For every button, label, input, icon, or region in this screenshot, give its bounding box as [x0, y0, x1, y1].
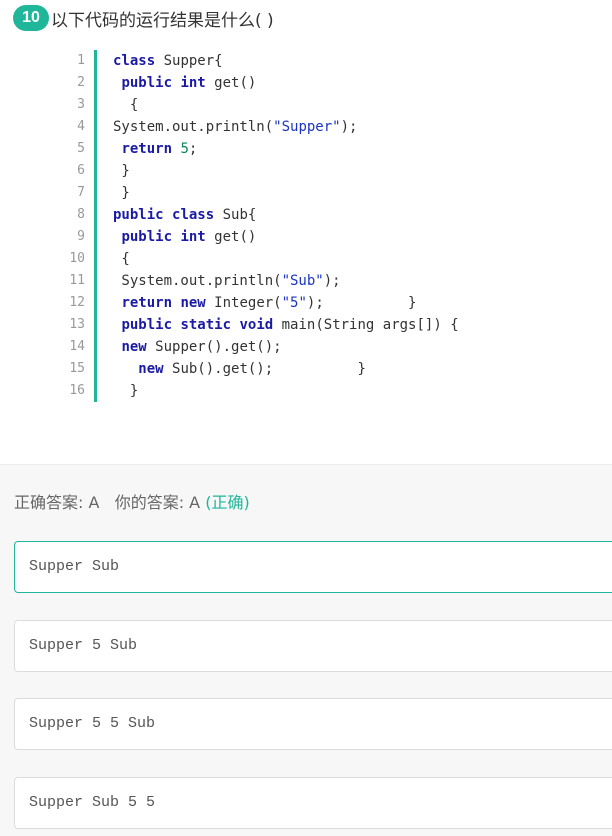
code-line: } [113, 160, 130, 182]
code-line: class Supper{ [113, 50, 223, 72]
code-token: static [180, 317, 232, 333]
option-label: Supper Sub [29, 558, 120, 575]
code-line: { [113, 94, 138, 116]
code-token: return [121, 295, 173, 311]
line-number: 9 [77, 229, 85, 244]
code-token: public [121, 75, 173, 91]
line-number: 8 [77, 207, 85, 222]
option-label: Supper 5 5 Sub [29, 715, 156, 732]
line-number: 7 [77, 185, 85, 200]
option-a[interactable]: Supper Sub [14, 541, 612, 593]
code-token: "Sub" [281, 273, 324, 289]
code-token: get() [205, 229, 257, 245]
line-number: 12 [69, 295, 85, 310]
code-line: public int get() [113, 72, 256, 94]
code-token: "5" [281, 295, 307, 311]
question-number-badge: 10 [13, 5, 49, 31]
line-number: 4 [77, 119, 85, 134]
code-line: return new Integer("5"); } [113, 292, 416, 314]
correct-answer-label: 正确答案: A [14, 493, 100, 512]
result-badge: (正确) [205, 493, 250, 512]
line-number: 13 [69, 317, 85, 332]
line-number-gutter: 1 2 3 4 5 6 7 8 9 10 11 12 13 14 15 16 [50, 50, 97, 402]
code-token: class [113, 53, 156, 69]
option-c[interactable]: Supper 5 5 Sub [14, 698, 612, 750]
code-token: Integer( [205, 295, 282, 311]
code-token: "Supper" [273, 119, 341, 135]
option-b[interactable]: Supper 5 Sub [14, 620, 612, 672]
code-token: } [113, 383, 139, 399]
code-token: { [113, 251, 130, 267]
code-line: } [113, 380, 138, 402]
code-token: class [172, 207, 215, 223]
line-number: 14 [69, 339, 85, 354]
line-number: 16 [69, 383, 85, 398]
question-text: 以下代码的运行结果是什么( ) [51, 10, 274, 31]
code-line: System.out.println("Supper"); [113, 116, 357, 138]
code-token: return [121, 141, 173, 157]
code-line: System.out.println("Sub"); [113, 270, 341, 292]
code-token: { [113, 97, 139, 113]
code-token: Supper{ [155, 53, 223, 69]
code-line: } [113, 182, 130, 204]
code-token: void [239, 317, 274, 333]
line-number: 15 [69, 361, 85, 376]
answer-summary: 正确答案: A 你的答案: A (正确) [14, 491, 250, 515]
code-line: new Supper().get(); [113, 336, 282, 358]
code-token: System.out.println( [113, 273, 282, 289]
option-d[interactable]: Supper Sub 5 5 [14, 777, 612, 829]
code-token: ; [188, 141, 198, 157]
code-token: int [180, 75, 206, 91]
code-line: public class Sub{ [113, 204, 256, 226]
line-number: 1 [77, 53, 85, 68]
code-token: new [121, 339, 147, 355]
code-token: 5 [180, 141, 189, 157]
line-number: 11 [69, 273, 85, 288]
option-label: Supper 5 Sub [29, 637, 138, 654]
line-number: 10 [69, 251, 85, 266]
code-token: ); } [306, 295, 417, 311]
code-token: public [121, 317, 173, 333]
code-token: public [121, 229, 173, 245]
code-token: public [113, 207, 164, 223]
code-token: ); [340, 119, 358, 135]
your-answer-label: 你的答案: A [114, 493, 201, 512]
line-number: 2 [77, 75, 85, 90]
code-token: Sub{ [214, 207, 257, 223]
code-token: ); [323, 273, 341, 289]
line-number: 3 [77, 97, 85, 112]
code-token: main(String args[]) { [273, 317, 459, 333]
code-line: return 5; [113, 138, 197, 160]
code-token: } [113, 163, 130, 179]
code-token: new [138, 361, 164, 377]
code-token: new [180, 295, 206, 311]
code-token: Sub().get(); } [163, 361, 366, 377]
code-line: new Sub().get(); } [113, 358, 366, 380]
code-token: Supper().get(); [146, 339, 282, 355]
code-token: System.out.println( [113, 119, 274, 135]
code-token: } [113, 185, 130, 201]
code-token: int [180, 229, 206, 245]
line-number: 6 [77, 163, 85, 178]
code-line: public int get() [113, 226, 256, 248]
code-block: 1 2 3 4 5 6 7 8 9 10 11 12 13 14 15 16 class Supper{ pu… [50, 50, 490, 402]
code-line: public static void main(String args[]) { [113, 314, 459, 336]
line-number: 5 [77, 141, 85, 156]
question-header: 10 以下代码的运行结果是什么( ) [13, 5, 274, 31]
code-token: get() [205, 75, 257, 91]
option-label: Supper Sub 5 5 [29, 794, 156, 811]
code-line: { [113, 248, 130, 270]
